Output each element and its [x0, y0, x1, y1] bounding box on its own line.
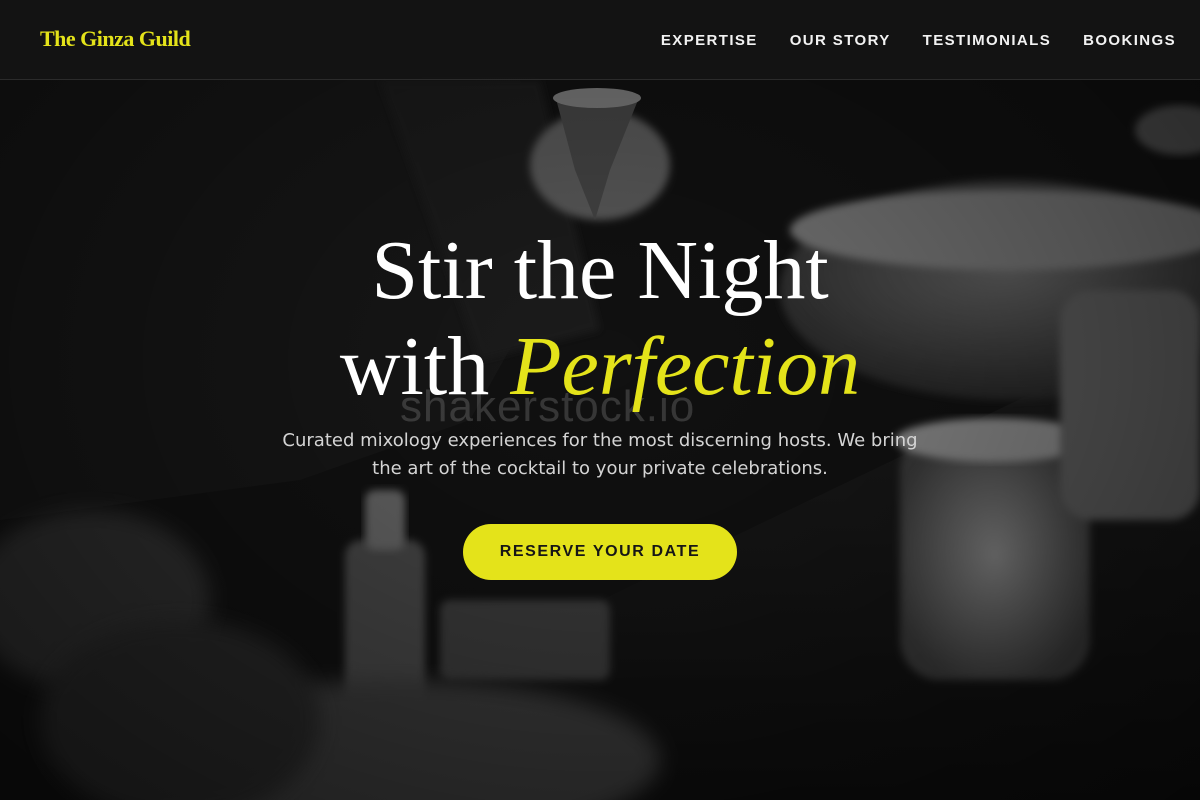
landing-page: shakerstock.io The Ginza Guild EXPERTISE… [0, 0, 1200, 800]
hero-title: Stir the Night with Perfection [0, 223, 1200, 415]
hero-title-line-2: with Perfection [0, 319, 1200, 415]
site-header: The Ginza Guild EXPERTISE OUR STORY TEST… [0, 0, 1200, 80]
hero-title-line-2-text: with [339, 320, 511, 413]
brand-logo[interactable]: The Ginza Guild [40, 26, 191, 52]
nav-link-expertise[interactable]: EXPERTISE [661, 32, 758, 49]
main-nav: EXPERTISE OUR STORY TESTIMONIALS BOOKING… [661, 0, 1176, 80]
hero-subtitle: Curated mixology experiences for the mos… [282, 430, 918, 479]
hero-title-line-1: Stir the Night [371, 224, 829, 317]
hero-title-accent: Perfection [510, 320, 861, 413]
nav-link-our-story[interactable]: OUR STORY [790, 32, 891, 49]
nav-link-testimonials[interactable]: TESTIMONIALS [923, 32, 1051, 49]
reserve-your-date-button[interactable]: RESERVE YOUR DATE [463, 524, 737, 580]
hero-section: Stir the Night with Perfection Curated m… [0, 80, 1200, 800]
nav-link-bookings[interactable]: BOOKINGS [1083, 32, 1176, 49]
